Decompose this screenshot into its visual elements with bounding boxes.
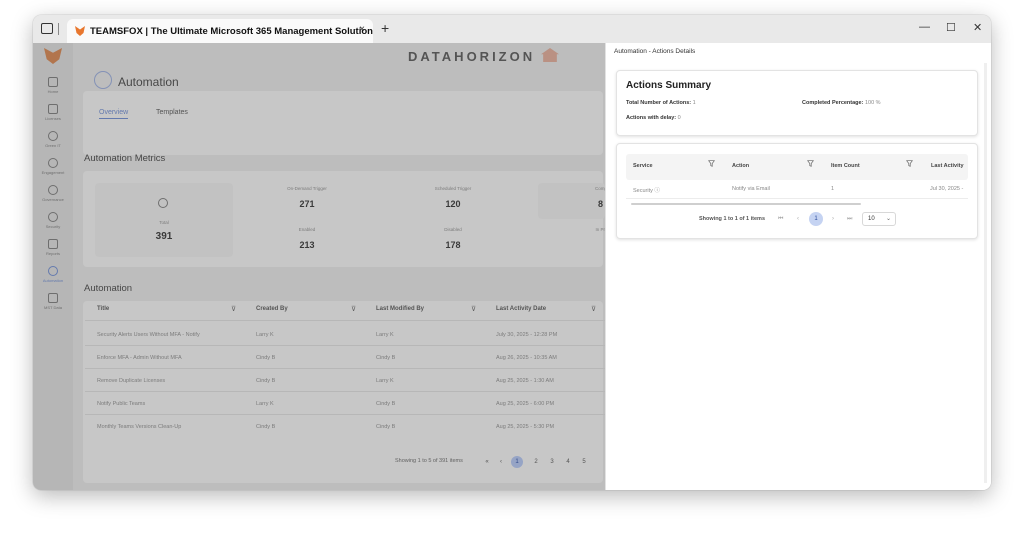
column-service[interactable]: Service	[633, 163, 653, 169]
maximize-button[interactable]: ☐	[946, 21, 956, 34]
column-action[interactable]: Action	[732, 163, 749, 169]
window-menu-icon[interactable]	[41, 23, 53, 34]
total-actions-label: Total Number of Actions: 1	[626, 100, 696, 106]
next-page-icon[interactable]: ›	[832, 216, 834, 222]
action-filter-icon[interactable]	[807, 160, 814, 167]
service-cell: Security ⓘ	[633, 186, 660, 194]
drawer-scrollbar[interactable]	[984, 63, 987, 483]
action-cell: Notify via Email	[732, 186, 770, 192]
item-count-filter-icon[interactable]	[906, 160, 913, 167]
actions-pager-text: Showing 1 to 1 of 1 items	[699, 216, 766, 222]
chevron-down-icon: ⌄	[885, 216, 891, 222]
actions-table-header: Service Action Item Count Last Activity	[626, 154, 968, 180]
titlebar-divider	[58, 23, 59, 35]
page-size-select[interactable]: 10 ⌄	[862, 212, 896, 226]
actions-delay-value: 0	[677, 115, 681, 121]
modal-backdrop[interactable]	[33, 43, 605, 490]
browser-titlebar: TEAMSFOX | The Ultimate Microsoft 365 Ma…	[33, 15, 991, 43]
tab-title: TEAMSFOX | The Ultimate Microsoft 365 Ma…	[90, 25, 373, 37]
total-actions-value: 1	[692, 100, 696, 106]
service-value: Security	[633, 188, 653, 194]
actions-delay-label: Actions with delay: 0	[626, 115, 681, 121]
total-actions-label-text: Total Number of Actions:	[626, 100, 692, 106]
teamsfox-favicon-icon	[75, 26, 85, 36]
completed-percentage-label-text: Completed Percentage:	[802, 100, 864, 106]
actions-table-card: Service Action Item Count Last Activity …	[616, 143, 978, 239]
minimize-button[interactable]: —	[919, 21, 930, 33]
completed-percentage-label: Completed Percentage: 100 %	[802, 100, 881, 106]
actions-page-1[interactable]: 1	[809, 212, 823, 226]
tab-close-icon[interactable]: ×	[359, 24, 365, 35]
prev-page-icon[interactable]: ‹	[797, 216, 799, 222]
browser-tab[interactable]: TEAMSFOX | The Ultimate Microsoft 365 Ma…	[67, 19, 373, 43]
drawer-title: Automation - Actions Details	[614, 48, 696, 55]
browser-window: TEAMSFOX | The Ultimate Microsoft 365 Ma…	[33, 15, 991, 490]
info-icon[interactable]: ⓘ	[654, 188, 660, 194]
column-item-count[interactable]: Item Count	[831, 163, 860, 169]
actions-summary-heading: Actions Summary	[626, 80, 712, 91]
page-size-value: 10	[868, 216, 875, 222]
service-filter-icon[interactable]	[708, 160, 715, 167]
last-activity-cell: Jul 30, 2025 -	[930, 186, 964, 192]
row-divider	[626, 198, 968, 199]
item-count-cell: 1	[831, 186, 835, 192]
column-last-activity[interactable]: Last Activity	[931, 163, 964, 169]
completed-percentage-value: 100 %	[864, 100, 881, 106]
actions-delay-label-text: Actions with delay:	[626, 115, 677, 121]
horizontal-scrollbar-thumb[interactable]	[631, 203, 861, 205]
close-window-button[interactable]: ✕	[973, 21, 982, 34]
last-page-icon[interactable]: ⏭	[847, 216, 852, 223]
actions-summary-card: Actions Summary Total Number of Actions:…	[616, 70, 978, 136]
actions-details-drawer: Automation - Actions Details Actions Sum…	[605, 43, 991, 490]
first-page-icon[interactable]: ⏮	[778, 216, 783, 223]
new-tab-button[interactable]: +	[381, 20, 389, 36]
